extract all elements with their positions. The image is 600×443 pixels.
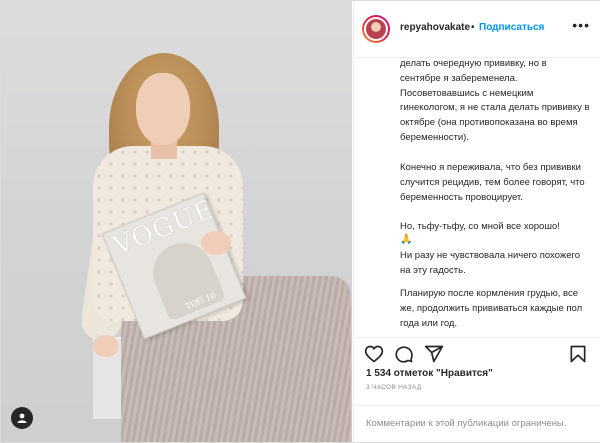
- more-options-icon[interactable]: •••: [572, 17, 590, 33]
- pray-emoji: 🙏: [400, 234, 413, 245]
- caption-paragraph-3: Но, тьфу-тьфу, со мной все хорошо!: [400, 221, 560, 232]
- caption-paragraph-5: Планирую после кормления грудью, все же,…: [400, 288, 583, 329]
- post-caption: делать очередную прививку, но в сентябре…: [354, 57, 600, 337]
- action-bar: [354, 337, 600, 368]
- caption-paragraph-2: Конечно я переживала, что без прививки с…: [400, 162, 585, 203]
- comments-disabled-note: Комментарии к этой публикации ограничены…: [366, 418, 567, 429]
- username[interactable]: repyahovakate: [400, 22, 470, 33]
- post-panel: repyahovakate • Подписаться ••• делать о…: [353, 1, 600, 442]
- caption-paragraph-1: делать очередную прививку, но в сентябре…: [400, 58, 590, 143]
- comments-area: Комментарии к этой публикации ограничены…: [354, 405, 600, 443]
- share-icon[interactable]: [424, 344, 444, 364]
- separator-dot: •: [471, 22, 475, 33]
- avatar[interactable]: [362, 15, 390, 43]
- heart-icon[interactable]: [364, 344, 384, 364]
- user-icon[interactable]: [11, 407, 33, 429]
- bookmark-icon[interactable]: [568, 344, 588, 364]
- post-header: repyahovakate • Подписаться •••: [354, 1, 600, 58]
- photo-face: [136, 73, 190, 145]
- follow-button[interactable]: Подписаться: [479, 22, 544, 33]
- post-frame: VOGUE ТОП 10 repyahovakate • Подписаться…: [0, 0, 600, 443]
- photo-hand-right: [201, 231, 231, 255]
- post-time[interactable]: 3 ЧАСОВ НАЗАД: [366, 384, 421, 391]
- photo-hand-left: [93, 335, 119, 357]
- caption-paragraph-4: Ни разу не чувствовала ничего похожего н…: [400, 250, 581, 276]
- comment-icon[interactable]: [394, 344, 414, 364]
- post-photo[interactable]: VOGUE ТОП 10: [1, 1, 352, 442]
- avatar-image: [366, 19, 386, 39]
- likes-count[interactable]: 1 534 отметок "Нравится": [366, 368, 493, 379]
